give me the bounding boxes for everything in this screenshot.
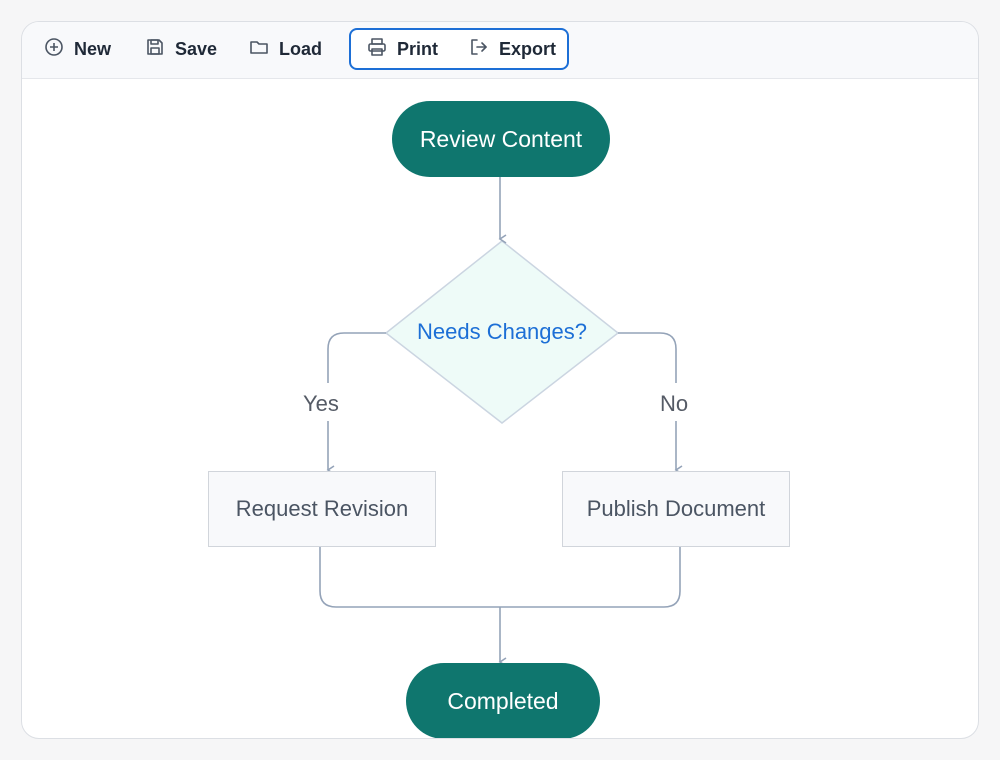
request-revision-node[interactable]: Request Revision (208, 471, 436, 547)
printer-icon (367, 37, 387, 62)
no-label: No (660, 391, 689, 416)
edge-no-branch (618, 332, 677, 383)
print-button-label: Print (397, 38, 439, 59)
save-button[interactable]: Save (145, 35, 217, 63)
flowchart-editor-window: New Save Load Print Export Review Conten… (21, 21, 979, 739)
export-button-label: Export (499, 38, 557, 59)
new-button-label: New (74, 38, 112, 59)
save-icon (145, 37, 165, 62)
flowchart-canvas[interactable]: Review Content Needs Changes? Yes No Req… (22, 79, 978, 738)
start-node-label: Review Content (419, 125, 583, 152)
print-button[interactable]: Print (367, 35, 438, 63)
completed-node[interactable]: Completed (406, 663, 600, 738)
export-button[interactable]: Export (469, 35, 556, 63)
folder-icon (249, 37, 269, 62)
completed-node-label: Completed (447, 687, 559, 714)
export-icon (469, 37, 489, 62)
publish-document-label: Publish Document (586, 496, 766, 521)
start-node[interactable]: Review Content (392, 101, 610, 177)
load-button-label: Load (279, 38, 322, 59)
request-revision-label: Request Revision (235, 496, 409, 521)
plus-circle-icon (44, 37, 64, 62)
edge-merge (319, 546, 681, 608)
load-button[interactable]: Load (249, 35, 322, 63)
save-button-label: Save (175, 38, 218, 59)
toolbar: New Save Load Print Export (22, 22, 978, 79)
new-button[interactable]: New (44, 35, 111, 63)
yes-label: Yes (303, 391, 339, 416)
decision-label: Needs Changes? (416, 319, 587, 344)
publish-document-node[interactable]: Publish Document (562, 471, 790, 547)
flowchart-edges (319, 177, 683, 667)
edge-yes-branch (327, 332, 386, 383)
